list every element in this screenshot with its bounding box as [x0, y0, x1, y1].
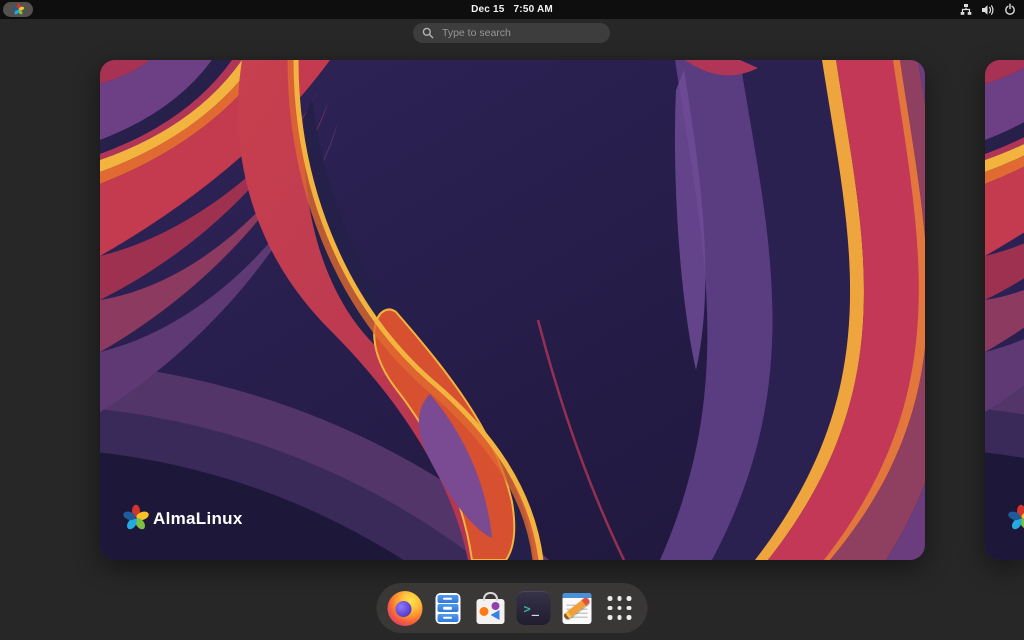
- dock-button-text-editor[interactable]: [559, 590, 595, 626]
- network-wired-icon: [960, 3, 972, 16]
- gnome-activities-overview: Dec 15 7:50 AM: [0, 0, 1024, 640]
- terminal-cursor-glyph: _: [532, 602, 539, 616]
- activities-button[interactable]: [3, 2, 33, 17]
- dock: > _: [377, 583, 648, 633]
- search-bar[interactable]: [413, 23, 610, 43]
- volume-icon: [981, 4, 995, 16]
- dock-button-show-apps[interactable]: [602, 590, 638, 626]
- clock-date: Dec 15: [471, 4, 504, 15]
- search-icon: [422, 27, 434, 39]
- topbar: Dec 15 7:50 AM: [0, 0, 1024, 19]
- workspace-preview-1[interactable]: [100, 60, 925, 560]
- wallpaper: [100, 60, 925, 560]
- dock-button-terminal[interactable]: > _: [516, 590, 552, 626]
- text-editor-icon: [562, 593, 591, 624]
- files-icon: [435, 593, 460, 624]
- firefox-icon: [387, 591, 422, 626]
- clock-time: 7:50 AM: [514, 4, 553, 15]
- workspace-preview-2[interactable]: [985, 60, 1024, 560]
- software-icon: [477, 599, 505, 624]
- dock-button-firefox[interactable]: [387, 590, 423, 626]
- terminal-prompt-glyph: >: [524, 602, 531, 616]
- power-icon: [1004, 3, 1016, 16]
- dock-button-files[interactable]: [430, 590, 466, 626]
- terminal-icon: > _: [517, 591, 551, 625]
- app-grid-icon: [608, 596, 632, 620]
- almalinux-logo-icon: [12, 3, 25, 16]
- dock-button-software[interactable]: [473, 590, 509, 626]
- system-status-area[interactable]: [960, 3, 1016, 16]
- clock-button[interactable]: Dec 15 7:50 AM: [471, 0, 553, 19]
- wallpaper: [985, 60, 1024, 560]
- search-input[interactable]: [440, 26, 601, 40]
